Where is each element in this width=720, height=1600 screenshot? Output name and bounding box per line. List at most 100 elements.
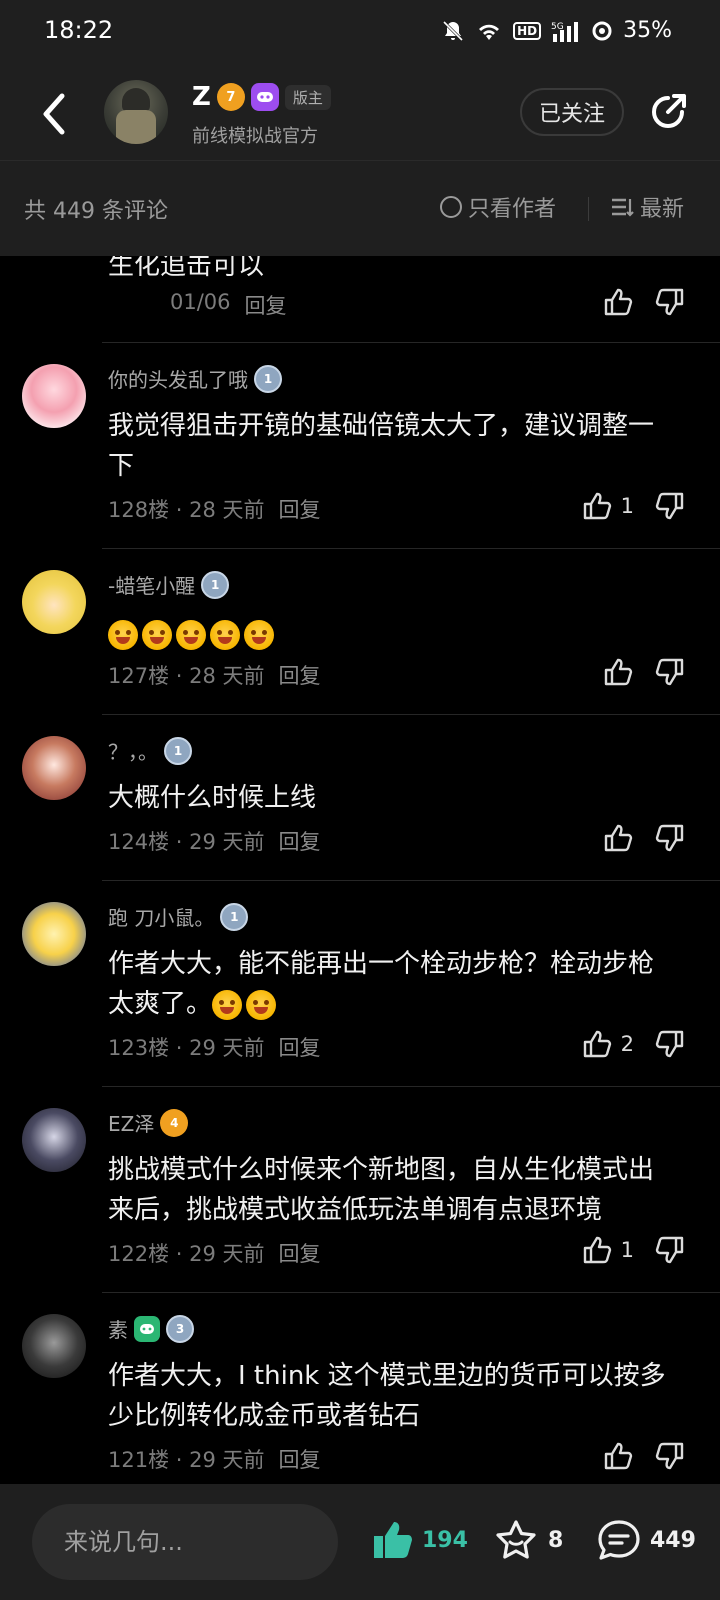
post-like-button[interactable]: 194 [370, 1518, 468, 1562]
sort-toggle[interactable]: 最新 [610, 191, 684, 223]
user-name[interactable]: ？，。 [108, 736, 158, 765]
avatar[interactable] [22, 736, 86, 800]
comment-actions [602, 656, 686, 688]
comment-actions: 1 [581, 490, 686, 522]
thumbs-down-icon[interactable] [654, 1234, 686, 1266]
wifi-icon [479, 24, 500, 40]
comment-button[interactable]: 449 [596, 1518, 696, 1562]
radio-icon [440, 196, 462, 218]
comment-floor-time: 122楼 · 29 天前 [108, 1242, 265, 1266]
like-button[interactable] [602, 656, 634, 688]
like-button[interactable]: 2 [581, 1028, 634, 1060]
only-author-label: 只看作者 [468, 197, 557, 222]
like-count: 2 [620, 1032, 634, 1056]
comment-meta: 124楼 · 29 天前 回复 [108, 826, 321, 856]
emoji-row [108, 614, 678, 654]
moderator-badge: 版主 [284, 84, 331, 110]
like-count: 194 [422, 1527, 468, 1553]
reply-link[interactable]: 回复 [279, 1238, 321, 1268]
comment-floor-time: 121楼 · 29 天前 [108, 1448, 265, 1472]
comment-count: 共 449 条评论 [24, 199, 168, 224]
cool-emoji-icon [212, 989, 243, 1020]
thumbs-down-icon[interactable] [654, 1440, 686, 1472]
comment-actions [602, 1440, 686, 1472]
back-arrow-icon[interactable] [34, 88, 74, 140]
reply-link[interactable]: 回复 [279, 1444, 321, 1474]
divider [588, 197, 589, 221]
comment-text: 挑战模式什么时候来个新地图，自从生化模式出来后，挑战模式收益低玩法单调有点退环境 [108, 1155, 655, 1225]
hd-icon: HD [513, 21, 542, 40]
user-name[interactable]: 你的头发乱了哦 [108, 364, 248, 393]
comment-meta: 123楼 · 29 天前 回复 [108, 1032, 321, 1062]
user-row: 你的头发乱了哦 1 [108, 364, 282, 393]
avatar[interactable] [22, 570, 86, 634]
grin-emoji-icon [176, 619, 206, 650]
reply-link[interactable]: 回复 [279, 1032, 321, 1062]
thumbs-down-icon[interactable] [654, 490, 686, 522]
like-button[interactable]: 1 [581, 1234, 634, 1266]
avatar[interactable] [22, 1108, 86, 1172]
comment-input[interactable]: 来说几句... [32, 1504, 338, 1580]
user-row: EZ泽 4 [108, 1108, 189, 1137]
comment-floor-time: 128楼 · 28 天前 [108, 498, 265, 522]
user-name[interactable]: 跑 刀小鼠。 [108, 902, 214, 931]
comment-text: 作者大大，能不能再出一个栓动步枪？栓动步枪太爽了。 [108, 944, 678, 1024]
thumbs-up-icon [374, 1522, 412, 1558]
comment-list[interactable]: 生化追击可以 01/06 回复 你的头发乱了哦 1 我觉得狙击开镜的基础倍镜太大… [0, 256, 720, 1484]
author-name[interactable]: Z [192, 82, 211, 112]
like-button[interactable] [602, 822, 634, 854]
comment-actions [602, 286, 686, 318]
list-item: 你的头发乱了哦 1 我觉得狙击开镜的基础倍镜太大了，建议调整一下 128楼 · … [0, 342, 720, 548]
comment-date: 01/06 [170, 290, 231, 314]
comment-text: 大概什么时候上线 [108, 783, 317, 813]
follow-button[interactable]: 已关注 [520, 88, 624, 136]
star-eyes-emoji-icon [246, 989, 277, 1020]
thumbs-down-icon[interactable] [654, 286, 686, 318]
thumbs-up-icon [583, 1236, 611, 1264]
divider [102, 548, 720, 549]
reply-link[interactable]: 回复 [279, 494, 321, 524]
share-icon[interactable] [646, 90, 690, 134]
comment-text: 作者大大，I think 这个模式里边的货币可以按多少比例转化成金币或者钻石 [108, 1361, 666, 1431]
divider [102, 1086, 720, 1087]
gamepad-icon [250, 83, 279, 111]
comment-floor-time: 124楼 · 29 天前 [108, 830, 265, 854]
like-count: 1 [620, 1238, 634, 1262]
avatar[interactable] [22, 364, 86, 428]
comment-actions [602, 822, 686, 854]
thumbs-down-icon[interactable] [654, 656, 686, 688]
thumbs-up-icon [604, 824, 633, 852]
favorite-button[interactable]: 8 [494, 1518, 563, 1562]
comment-floor-time: 123楼 · 29 天前 [108, 1036, 265, 1060]
avatar[interactable] [22, 1314, 86, 1378]
reply-link[interactable]: 回复 [279, 660, 321, 690]
author-avatar[interactable] [104, 80, 168, 144]
like-button[interactable]: 1 [581, 490, 634, 522]
filter-bar: 共 449 条评论 只看作者 最新 [0, 160, 720, 256]
like-button[interactable] [602, 1440, 634, 1472]
user-row: 跑 刀小鼠。 1 [108, 902, 249, 931]
divider [102, 342, 720, 343]
avatar[interactable] [22, 902, 86, 966]
reply-link[interactable]: 回复 [245, 290, 287, 320]
user-row: 素 3 [108, 1314, 194, 1343]
grin-emoji-icon [244, 619, 274, 650]
user-name[interactable]: 素 [108, 1314, 128, 1343]
grin-emoji-icon [108, 619, 138, 650]
comment-actions: 2 [581, 1028, 686, 1060]
thumbs-up-icon [583, 492, 611, 520]
list-item: 素 3 作者大大，I think 这个模式里边的货币可以按多少比例转化成金币或者… [0, 1292, 720, 1484]
user-name[interactable]: -蜡笔小醒 [108, 570, 195, 599]
sort-icon [612, 198, 634, 217]
thumbs-down-icon[interactable] [654, 822, 686, 854]
reply-link[interactable]: 回复 [279, 826, 321, 856]
only-author-toggle[interactable]: 只看作者 [440, 191, 556, 223]
bottom-bar: 来说几句... 194 8 449 [0, 1484, 720, 1600]
comment-meta: 121楼 · 29 天前 回复 [108, 1444, 321, 1474]
thumbs-up-icon [604, 288, 633, 316]
user-name[interactable]: EZ泽 [108, 1108, 154, 1137]
like-button[interactable] [602, 286, 634, 318]
comment-bubble-icon [598, 1520, 640, 1560]
thumbs-up-icon [604, 1442, 633, 1470]
thumbs-down-icon[interactable] [654, 1028, 686, 1060]
